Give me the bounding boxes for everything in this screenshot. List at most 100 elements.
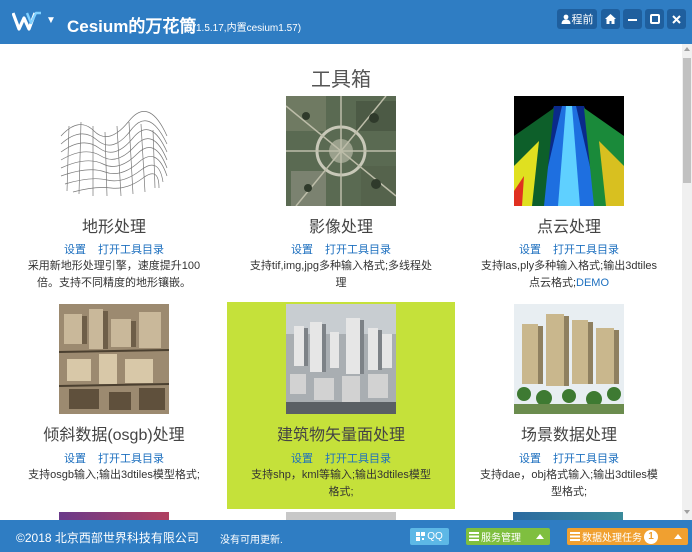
desc-line: 点云格式;DEMO <box>469 275 669 292</box>
user-name: 程前 <box>571 14 594 26</box>
building-vector-city-image <box>286 304 396 414</box>
aerial-imagery-image <box>286 96 396 206</box>
qq-button[interactable]: QQ <box>410 528 449 545</box>
qq-label: QQ <box>427 531 443 542</box>
maximize-icon <box>649 14 660 24</box>
desc-line: 支持shp，kml等输入;输出3dtiles模型 <box>251 469 431 481</box>
tool-description: 支持las,ply多种输入格式;输出3dtiles 点云格式;DEMO <box>469 258 669 292</box>
scrollbar-thumb[interactable] <box>683 58 691 183</box>
menu-caret-icon[interactable]: ▼ <box>46 15 56 26</box>
app-logo-icon[interactable] <box>12 10 42 32</box>
tool-description: 采用新地形处理引擎，速度提升100 倍。支持不同精度的地形镶嵌。 <box>14 258 214 292</box>
imagery-thumbnail[interactable] <box>286 96 396 206</box>
scroll-up-arrow-icon[interactable] <box>684 47 690 51</box>
tool-links: 设置 打开工具目录 <box>0 450 228 466</box>
open-dir-link[interactable]: 打开工具目录 <box>553 453 619 465</box>
tool-card-imagery[interactable]: 影像处理 设置 打开工具目录 支持tif,img,jpg多种输入格式;多线程处 理 <box>227 94 455 294</box>
terrain-wireframe-image <box>60 111 168 197</box>
user-button[interactable]: 程前 <box>557 9 597 29</box>
next-row-thumbnail[interactable] <box>59 512 169 520</box>
tool-links: 设置 打开工具目录 <box>455 450 682 466</box>
open-dir-link[interactable]: 打开工具目录 <box>325 244 391 256</box>
caret-up-icon[interactable] <box>674 534 682 539</box>
close-icon <box>672 14 681 24</box>
home-icon <box>605 14 616 24</box>
minimize-icon <box>628 18 637 21</box>
service-manager-button[interactable]: 服务管理 <box>466 528 550 545</box>
tool-links: 设置 打开工具目录 <box>227 450 455 466</box>
data-tasks-button[interactable]: 数据处理任务 1 <box>567 528 688 545</box>
settings-link[interactable]: 设置 <box>64 244 86 256</box>
open-dir-link[interactable]: 打开工具目录 <box>98 244 164 256</box>
settings-link[interactable]: 设置 <box>519 453 541 465</box>
desc-line: 型格式; <box>550 486 588 498</box>
tool-name: 影像处理 <box>308 219 373 236</box>
oblique-thumbnail[interactable] <box>59 304 169 414</box>
desc-line: 支持las,ply多种输入格式;输出3dtiles <box>480 260 658 272</box>
settings-link[interactable]: 设置 <box>519 244 541 256</box>
scene-thumbnail[interactable] <box>514 304 624 414</box>
qr-code-icon <box>416 532 426 541</box>
minimize-button[interactable] <box>623 9 642 29</box>
tool-card-building-vector[interactable]: 建筑物矢量面处理 设置 打开工具目录 支持shp，kml等输入;输出3dtiles… <box>227 302 455 509</box>
tool-links: 设置 打开工具目录 <box>455 241 682 257</box>
desc-line: 格式; <box>328 486 354 498</box>
app-version: (V1.5.17,内置cesium1.57) <box>186 23 302 34</box>
next-row-thumbnail[interactable] <box>286 512 396 520</box>
point-cloud-thumbnail[interactable] <box>514 96 624 206</box>
tool-links: 设置 打开工具目录 <box>227 241 455 257</box>
building-vector-thumbnail[interactable] <box>286 304 396 414</box>
user-icon <box>561 14 570 24</box>
tool-name: 地形处理 <box>81 219 146 236</box>
terrain-thumbnail[interactable] <box>59 96 169 206</box>
settings-link[interactable]: 设置 <box>64 453 86 465</box>
scroll-down-arrow-icon[interactable] <box>684 510 690 514</box>
settings-link[interactable]: 设置 <box>291 244 313 256</box>
settings-link[interactable]: 设置 <box>291 453 313 465</box>
demo-link[interactable]: DEMO <box>576 277 609 289</box>
caret-up-icon[interactable] <box>536 534 544 539</box>
tool-card-point-cloud[interactable]: 点云处理 设置 打开工具目录 支持las,ply多种输入格式;输出3dtiles … <box>455 94 682 294</box>
tool-name: 倾斜数据(osgb)处理 <box>43 427 185 444</box>
tasks-label: 数据处理任务 <box>582 533 642 544</box>
tool-description: 支持tif,img,jpg多种输入格式;多线程处 理 <box>241 258 441 292</box>
oblique-city-image <box>59 304 169 414</box>
desc-line: 倍。支持不同精度的地形镶嵌。 <box>37 277 191 289</box>
toolbox-panel: 工具箱 地形处理 设置 打开工具目录 采用新地形处理引擎，速度提升100 倍。支… <box>0 44 682 520</box>
maximize-button[interactable] <box>645 9 664 29</box>
app-title: Cesium的万花筒 <box>67 17 197 36</box>
tool-card-scene[interactable]: 场景数据处理 设置 打开工具目录 支持dae，obj格式输入;输出3dtiles模… <box>455 302 682 512</box>
title-bar: ▼ Cesium的万花筒 (V1.5.17,内置cesium1.57) 程前 <box>0 0 692 44</box>
tool-card-terrain[interactable]: 地形处理 设置 打开工具目录 采用新地形处理引擎，速度提升100 倍。支持不同精度… <box>0 94 228 294</box>
desc-line: 支持osgb输入;输出3dtiles模型格式; <box>28 469 200 481</box>
desc-line-text: 点云格式; <box>528 277 577 289</box>
tool-name: 建筑物矢量面处理 <box>276 427 405 444</box>
desc-line: 支持dae，obj格式输入;输出3dtiles模 <box>480 469 658 481</box>
vertical-scrollbar[interactable] <box>682 44 692 520</box>
status-bar: ©2018 北京西部世界科技有限公司 没有可用更新. QQ 服务管理 数据处理任… <box>0 520 692 552</box>
open-dir-link[interactable]: 打开工具目录 <box>553 244 619 256</box>
copyright-text: ©2018 北京西部世界科技有限公司 <box>16 531 199 545</box>
open-dir-link[interactable]: 打开工具目录 <box>325 453 391 465</box>
open-dir-link[interactable]: 打开工具目录 <box>98 453 164 465</box>
desc-line: 理 <box>335 277 347 289</box>
task-count-badge: 1 <box>644 529 658 544</box>
home-button[interactable] <box>601 9 620 29</box>
page-title: 工具箱 <box>311 69 371 91</box>
tool-name: 场景数据处理 <box>520 427 617 444</box>
tool-description: 支持osgb输入;输出3dtiles模型格式; <box>14 467 214 484</box>
tool-card-oblique[interactable]: 倾斜数据(osgb)处理 设置 打开工具目录 支持osgb输入;输出3dtiles… <box>0 302 228 512</box>
tool-description: 支持dae，obj格式输入;输出3dtiles模 型格式; <box>469 467 669 501</box>
update-status: 没有可用更新. <box>220 535 283 546</box>
next-row-thumbnail[interactable] <box>513 512 623 520</box>
scene-buildings-image <box>514 304 624 414</box>
list-icon <box>469 532 479 541</box>
point-cloud-image <box>514 96 624 206</box>
close-button[interactable] <box>667 9 686 29</box>
tool-name: 点云处理 <box>536 219 601 236</box>
list-icon <box>570 532 580 541</box>
service-label: 服务管理 <box>481 533 521 544</box>
desc-line: 采用新地形处理引擎，速度提升100 <box>27 260 201 272</box>
tool-description: 支持shp，kml等输入;输出3dtiles模型 格式; <box>241 467 441 501</box>
tool-links: 设置 打开工具目录 <box>0 241 228 257</box>
